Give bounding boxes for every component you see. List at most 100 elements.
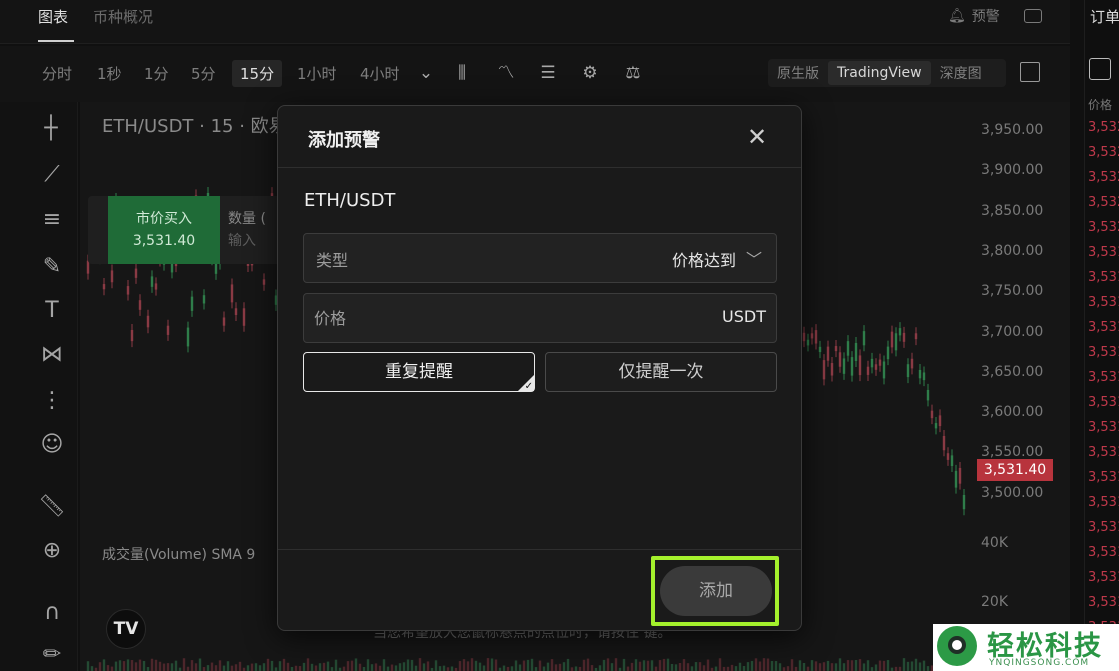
candle-body (822, 360, 826, 380)
volume-bar (130, 660, 134, 671)
candle-body (878, 359, 882, 366)
volume-bar (86, 661, 90, 671)
gear-icon[interactable]: ⚙ (580, 63, 600, 83)
volume-bar (678, 662, 682, 671)
market-buy-label: 市价买入 (136, 211, 192, 227)
candle-body (898, 328, 902, 336)
alert-button[interactable]: 🔔︎ 预警 (948, 6, 1000, 26)
current-price-tag: 3,531.40 (977, 459, 1053, 481)
order-book-price: 3,531 (1088, 345, 1119, 360)
volume-bar (626, 666, 630, 671)
volume-bar (914, 658, 918, 671)
chevron-down-icon[interactable]: ⌄ (416, 63, 436, 83)
candle-body (838, 352, 842, 367)
candle-body (242, 308, 246, 326)
volume-bar (310, 663, 314, 671)
market-buy-button[interactable]: 市价买入 3,531.40 (108, 196, 220, 264)
volume-bar (274, 667, 278, 671)
text-icon[interactable]: T (37, 296, 67, 326)
repeat-alert-option[interactable]: 重复提醒 ✓ (303, 352, 535, 392)
window-icon[interactable] (1024, 9, 1042, 23)
timeframe-1h[interactable]: 1小时 (297, 63, 337, 84)
brush-icon[interactable]: ✎ (37, 252, 67, 282)
add-alert-button[interactable]: 添加 (660, 566, 772, 616)
volume-bar (690, 666, 694, 671)
top-tab-bar: 图表 币种概况 🔔︎ 预警 (0, 0, 1070, 44)
fib-lines-icon[interactable]: ≡ (37, 205, 67, 235)
volume-bar (266, 658, 270, 671)
once-alert-label: 仅提醒一次 (618, 362, 704, 382)
alert-price-input[interactable] (314, 302, 704, 334)
crosshair-icon[interactable]: ┼ (36, 114, 66, 144)
order-book-layout-icon[interactable] (1089, 58, 1111, 80)
volume-bar (686, 663, 690, 671)
alert-price-field[interactable]: USDT (303, 293, 777, 343)
volume-bar (802, 663, 806, 671)
emoji-icon[interactable]: ☺ (37, 430, 67, 460)
price-axis[interactable]: 3,950.00 3,900.00 3,850.00 3,800.00 3,750.00… (977, 102, 1070, 671)
timeframe-1m[interactable]: 1分 (144, 63, 169, 84)
volume-bar (570, 667, 574, 671)
expand-icon[interactable] (1020, 62, 1040, 82)
candle-body (942, 435, 946, 451)
volume-bar (350, 660, 354, 671)
layout-list-icon[interactable]: ☰ (538, 63, 558, 83)
timeframe-4h[interactable]: 4小时 (360, 63, 400, 84)
quantity-field[interactable]: 数量 ( 输入 (228, 208, 266, 252)
candlestick-icon[interactable]: ⫼ (452, 63, 472, 83)
view-native[interactable]: 原生版 (768, 63, 828, 83)
order-book-price: 3,531 (1088, 470, 1119, 485)
volume-bar (146, 667, 150, 671)
view-depth[interactable]: 深度图 (931, 63, 991, 83)
lock-drawing-icon[interactable]: ✏ (37, 640, 67, 670)
candle-body (926, 389, 930, 401)
candle-body (866, 366, 870, 375)
volume-bar (122, 661, 126, 671)
tab-overview[interactable]: 币种概况 (93, 6, 153, 27)
candle-body (870, 358, 874, 368)
volume-bar (102, 659, 106, 671)
candle-body (930, 410, 934, 419)
prediction-icon[interactable]: ⋮ (37, 386, 67, 416)
volume-bar (434, 660, 438, 671)
once-alert-option[interactable]: 仅提醒一次 (545, 352, 777, 392)
volume-bar (406, 659, 410, 671)
view-tradingview[interactable]: TradingView (828, 61, 931, 85)
timeframe-1s[interactable]: 1秒 (97, 63, 122, 84)
volume-bar (402, 662, 406, 671)
candle-body (874, 364, 878, 370)
volume-bar (822, 662, 826, 671)
ruler-icon[interactable]: 📏︎ (37, 492, 67, 522)
pattern-icon[interactable]: ⋈ (37, 340, 67, 370)
volume-axis-40k: 40K (981, 535, 1008, 551)
candle-body (802, 332, 806, 342)
volume-bar (486, 658, 490, 671)
scale-icon[interactable]: ⚖ (623, 63, 643, 83)
volume-bar (766, 658, 770, 671)
bell-icon: 🔔︎ (948, 8, 966, 24)
magnet-icon[interactable]: ∩ (37, 598, 67, 628)
zoom-in-icon[interactable]: ⊕ (37, 536, 67, 566)
indicator-icon[interactable]: 〽 (496, 63, 516, 83)
volume-bar (770, 660, 774, 671)
volume-bar (598, 665, 602, 671)
timeframe-time-sharing[interactable]: 分时 (42, 63, 72, 84)
timeframe-15m[interactable]: 15分 (232, 60, 283, 87)
volume-bar (190, 660, 194, 671)
volume-bar (582, 659, 586, 671)
volume-bar (382, 659, 386, 671)
tradingview-logo[interactable]: TV (106, 609, 146, 649)
volume-bar (314, 665, 318, 671)
volume-bar (366, 659, 370, 671)
trend-line-icon[interactable]: ⟋ (37, 160, 67, 190)
candle-body (262, 279, 266, 285)
alert-type-select[interactable]: 类型 价格达到 ﹀ (303, 233, 777, 283)
volume-bar (358, 663, 362, 671)
volume-bar (646, 660, 650, 671)
close-icon[interactable]: ✕ (744, 124, 770, 150)
volume-bar (798, 660, 802, 671)
timeframe-5m[interactable]: 5分 (191, 63, 216, 84)
price-axis-label: 3,650.00 (981, 363, 1044, 380)
chart-symbol-title: ETH/USDT · 15 · 欧易 (102, 116, 287, 137)
tab-chart[interactable]: 图表 (38, 6, 68, 27)
